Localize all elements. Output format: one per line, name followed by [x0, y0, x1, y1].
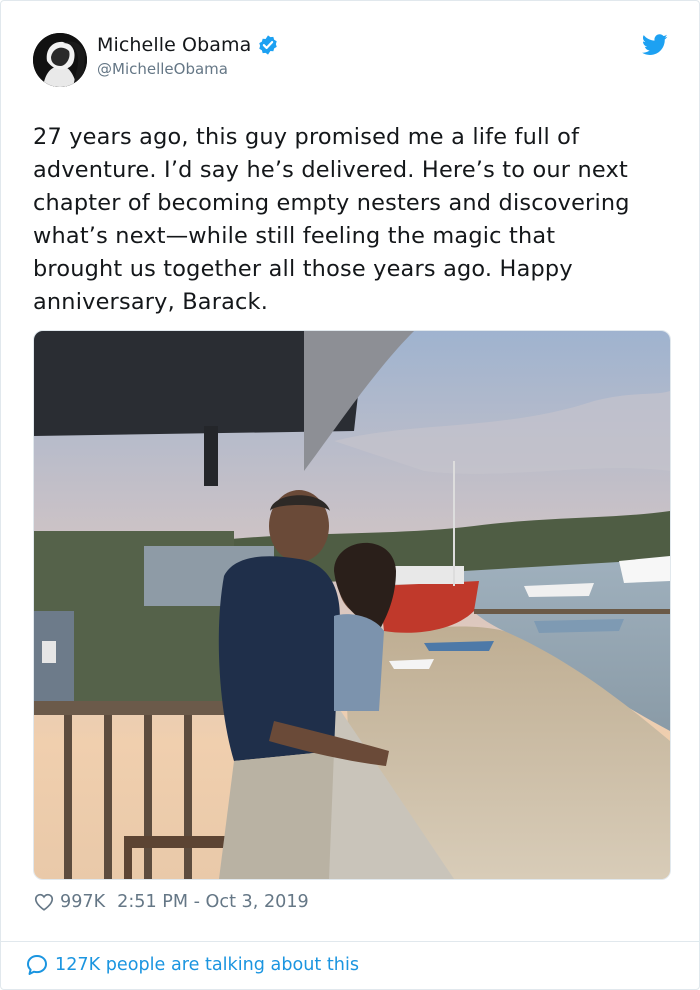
author-handle[interactable]: @MichelleObama: [97, 60, 228, 78]
author-name[interactable]: Michelle Obama: [97, 34, 251, 56]
tweet-timestamp[interactable]: 2:51 PM - Oct 3, 2019: [117, 892, 309, 912]
like-count[interactable]: 997K: [60, 892, 105, 912]
conversation-link[interactable]: 127K people are talking about this: [25, 953, 359, 977]
tweet-text: 27 years ago, this guy promised me a lif…: [33, 124, 630, 315]
divider: [1, 941, 699, 942]
tweet-photo[interactable]: [33, 330, 671, 880]
avatar[interactable]: [33, 33, 87, 87]
tweet-card: Michelle Obama @MichelleObama 27 years a…: [0, 0, 700, 990]
twitter-bird-icon[interactable]: [642, 34, 668, 56]
tweet-meta: 997K 2:51 PM - Oct 3, 2019: [33, 891, 309, 913]
photo-couple-on-deck-by-harbor-icon: [34, 331, 670, 879]
profile-photo-icon: [33, 33, 87, 87]
author-name-row[interactable]: Michelle Obama: [97, 34, 279, 56]
heart-icon[interactable]: [33, 891, 55, 913]
verified-badge-icon: [259, 35, 278, 55]
speech-bubble-icon: [27, 955, 47, 975]
conversation-label[interactable]: 127K people are talking about this: [55, 955, 359, 975]
